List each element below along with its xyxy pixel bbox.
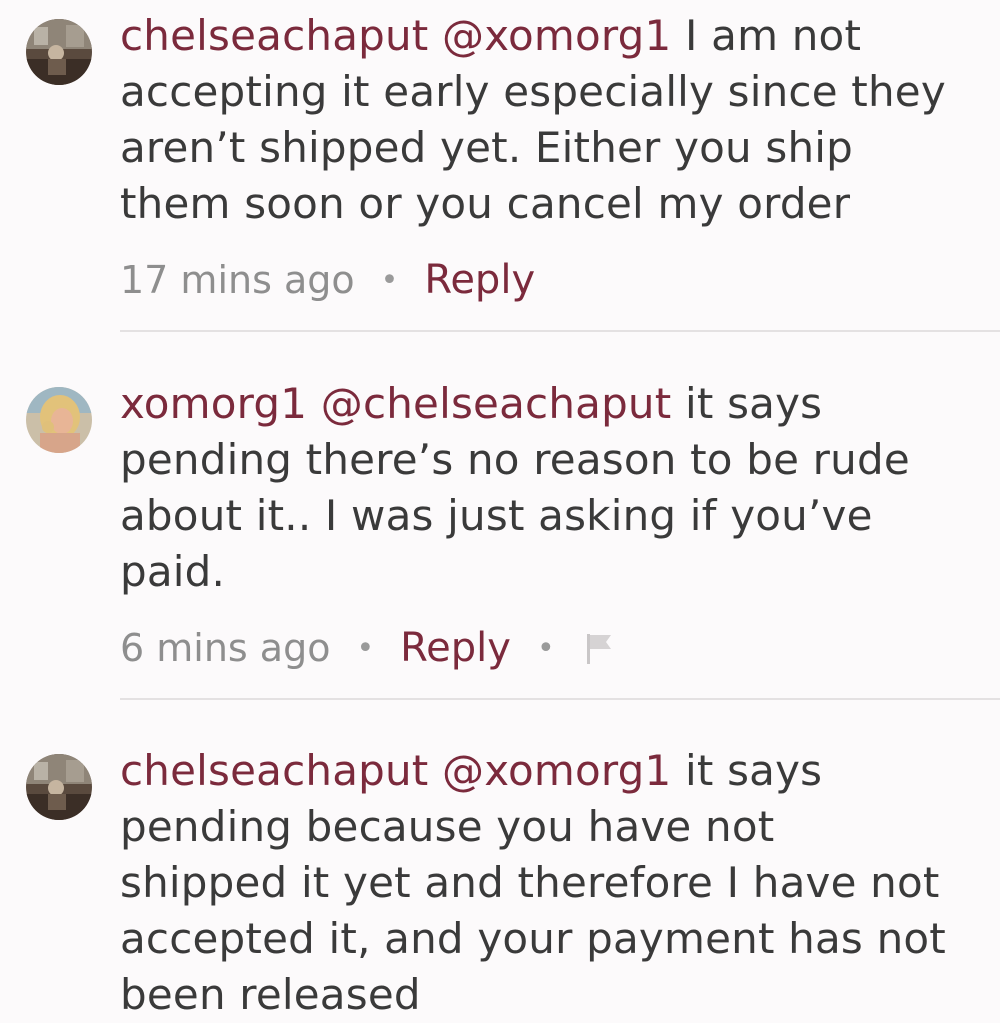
comment-meta: 6 mins ago • Reply • bbox=[120, 620, 617, 676]
comment-body: pending because you have not shipped it … bbox=[120, 802, 946, 1019]
avatar[interactable] bbox=[26, 19, 92, 85]
comment-body-first-line: I am not bbox=[685, 11, 862, 60]
divider bbox=[120, 698, 1000, 700]
comment-username[interactable]: chelseachaput bbox=[120, 11, 428, 60]
comment-text: chelseachaput @xomorg1 I am not acceptin… bbox=[120, 8, 990, 232]
avatar[interactable] bbox=[26, 387, 92, 453]
comment-body: accepting it early especially since they… bbox=[120, 67, 946, 228]
flag-icon[interactable] bbox=[581, 630, 617, 666]
comment-mention[interactable]: @chelseachaput bbox=[321, 379, 672, 428]
separator-dot: • bbox=[380, 262, 399, 298]
separator-dot: • bbox=[356, 630, 375, 666]
separator-dot: • bbox=[536, 630, 555, 666]
comment-text: xomorg1 @chelseachaput it says pending t… bbox=[120, 376, 990, 600]
reply-button[interactable]: Reply bbox=[424, 257, 535, 303]
comment-mention[interactable]: @xomorg1 bbox=[442, 746, 671, 795]
avatar-photo-icon bbox=[26, 754, 92, 820]
comment-text: chelseachaput @xomorg1 it says pending b… bbox=[120, 743, 990, 1023]
comment-thread: chelseachaput @xomorg1 I am not acceptin… bbox=[0, 0, 1000, 1019]
comment-body-first-line: it says bbox=[685, 746, 823, 795]
comment-body-first-line: it says bbox=[685, 379, 823, 428]
avatar-photo-icon bbox=[26, 19, 92, 85]
avatar[interactable] bbox=[26, 754, 92, 820]
avatar-photo-icon bbox=[26, 387, 92, 453]
comment-username[interactable]: chelseachaput bbox=[120, 746, 428, 795]
comment-mention[interactable]: @xomorg1 bbox=[442, 11, 671, 60]
comment-meta: 17 mins ago • Reply bbox=[120, 252, 535, 308]
comment-body: pending there’s no reason to be rude abo… bbox=[120, 435, 910, 596]
comment-timestamp: 17 mins ago bbox=[120, 258, 355, 302]
comment-timestamp: 6 mins ago bbox=[120, 626, 331, 670]
flag-icon-glyph bbox=[586, 634, 611, 664]
reply-button[interactable]: Reply bbox=[400, 625, 511, 671]
divider bbox=[120, 330, 1000, 332]
comment-username[interactable]: xomorg1 bbox=[120, 379, 307, 428]
